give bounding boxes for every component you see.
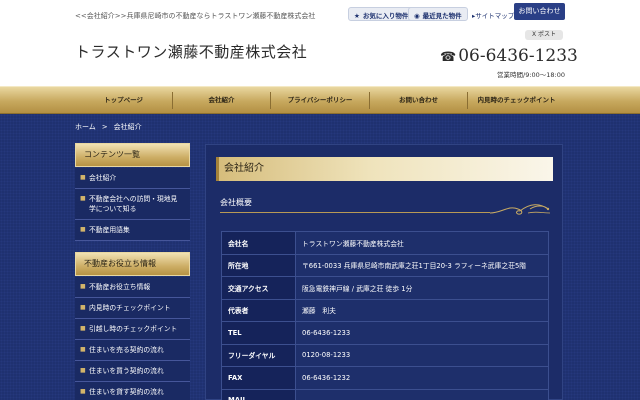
sidebar-heading-contents: コンテンツ一覧 (75, 143, 190, 167)
sidebar-heading-tips: 不動産お役立ち情報 (75, 252, 190, 276)
square-bullet-icon: ■ (80, 388, 86, 395)
nav-company[interactable]: 会社紹介 (173, 87, 270, 114)
star-icon: ★ (354, 12, 360, 20)
row-key: FAX (221, 366, 296, 390)
square-bullet-icon: ■ (80, 367, 86, 374)
table-row: MAIL (221, 388, 549, 400)
ornament-icon (489, 204, 551, 215)
telephone-icon: ☎ (440, 50, 457, 65)
company-logo[interactable]: トラストワン瀬藤不動産株式会社 (75, 41, 307, 62)
table-row: 代表者 瀬藤 利夫 (221, 298, 549, 322)
row-key: MAIL (221, 388, 296, 400)
row-key: 所在地 (221, 253, 296, 277)
sidebar-contents-list: ■ 会社紹介 ■ 不動産会社への訪問・現地見学について知る ■ 不動産用語集 (75, 168, 190, 241)
row-key: 会社名 (221, 231, 296, 255)
row-value: 0120-08-1233 (295, 343, 549, 367)
contact-button[interactable]: お問い合わせ (514, 3, 565, 20)
square-bullet-icon: ■ (80, 195, 86, 202)
row-key: フリーダイヤル (221, 343, 296, 367)
row-value (295, 388, 549, 400)
table-row: 会社名 トラストワン瀬藤不動産株式会社 (221, 231, 549, 255)
section-heading: 会社概要 (220, 198, 252, 207)
section-divider (220, 212, 490, 213)
row-value: 06-6436-1233 (295, 321, 549, 345)
table-row: フリーダイヤル 0120-08-1233 (221, 343, 549, 367)
sidebar-item[interactable]: ■ 住まいを買う契約の流れ (75, 361, 190, 382)
sidebar-item[interactable]: ■ 住まいを貸す契約の流れ (75, 382, 190, 400)
square-bullet-icon: ■ (80, 283, 86, 290)
table-row: 交通アクセス 阪急電鉄神戸線 / 武庫之荘 徒歩 1分 (221, 276, 549, 300)
company-info-table: 会社名 トラストワン瀬藤不動産株式会社 所在地 〒661-0033 兵庫県尼崎市南武… (221, 231, 549, 400)
sidebar-item[interactable]: ■ 不動産用語集 (75, 220, 190, 241)
row-value: 阪急電鉄神戸線 / 武庫之荘 徒歩 1分 (295, 276, 549, 300)
sidebar-tips-list: ■ 不動産お役立ち情報 ■ 内見時のチェックポイント ■ 引越し時のチェックポイント … (75, 277, 190, 400)
row-value: 〒661-0033 兵庫県尼崎市南武庫之荘1丁目20-3 ラフィーネ武庫之荘5階 (295, 253, 549, 277)
nav-viewing-checkpoints[interactable]: 内見時のチェックポイント (468, 87, 565, 114)
eye-icon: ◉ (414, 12, 420, 20)
nav-privacy[interactable]: プライバシーポリシー (271, 87, 369, 114)
sidebar-item[interactable]: ■ 不動産お役立ち情報 (75, 277, 190, 298)
page-title: 会社紹介 (216, 157, 553, 181)
breadcrumb-current: 会社紹介 (113, 123, 142, 131)
nav-contact[interactable]: お問い合わせ (370, 87, 467, 114)
phone-number: ☎ 06-6436-1233 (440, 46, 578, 66)
breadcrumb: ホーム > 会社紹介 (75, 123, 142, 131)
sidebar-item[interactable]: ■ 内見時のチェックポイント (75, 298, 190, 319)
breadcrumb-home[interactable]: ホーム (75, 123, 96, 131)
main-area: ホーム > 会社紹介 コンテンツ一覧 ■ 会社紹介 ■ 不動産会社への訪問・現地見学につ… (0, 114, 640, 400)
row-value: 06-6436-1232 (295, 366, 549, 390)
sidebar-item[interactable]: ■ 住まいを売る契約の流れ (75, 340, 190, 361)
sidebar-item[interactable]: ■ 不動産会社への訪問・現地見学について知る (75, 189, 190, 220)
recently-viewed-button[interactable]: ◉ 最近見た物件 (408, 7, 468, 21)
row-key: 代表者 (221, 298, 296, 322)
row-key: TEL (221, 321, 296, 345)
square-bullet-icon: ■ (80, 226, 86, 233)
table-row: FAX 06-6436-1232 (221, 366, 549, 390)
sidebar-item[interactable]: ■ 会社紹介 (75, 168, 190, 189)
row-key: 交通アクセス (221, 276, 296, 300)
content-panel: 会社紹介 会社概要 会社名 トラストワン瀬藤不動産株式会社 所在地 〒661-003… (205, 144, 563, 400)
square-bullet-icon: ■ (80, 304, 86, 311)
square-bullet-icon: ■ (80, 174, 86, 181)
table-row: 所在地 〒661-0033 兵庫県尼崎市南武庫之荘1丁目20-3 ラフィーネ武庫之… (221, 253, 549, 277)
square-bullet-icon: ■ (80, 346, 86, 353)
row-value: 瀬藤 利夫 (295, 298, 549, 322)
sitemap-link[interactable]: ▸サイトマップ (472, 10, 514, 20)
sidebar-item[interactable]: ■ 引越し時のチェックポイント (75, 319, 190, 340)
site-header: <<会社紹介>>兵庫県尼崎市の不動産ならトラストワン瀬藤不動産株式会社 ★ お気に… (0, 0, 640, 86)
global-nav: トップページ 会社紹介 プライバシーポリシー お問い合わせ 内見時のチェックポイ… (0, 86, 640, 114)
square-bullet-icon: ■ (80, 325, 86, 332)
nav-top-page[interactable]: トップページ (75, 87, 172, 114)
business-hours: 営業時間/9:00〜18:00 (497, 71, 566, 79)
x-post-button[interactable]: X ポスト (525, 30, 563, 40)
site-tagline: <<会社紹介>>兵庫県尼崎市の不動産ならトラストワン瀬藤不動産株式会社 (75, 12, 316, 20)
row-value: トラストワン瀬藤不動産株式会社 (295, 231, 549, 255)
table-row: TEL 06-6436-1233 (221, 321, 549, 345)
favorites-button[interactable]: ★ お気に入り物件 (348, 7, 415, 21)
